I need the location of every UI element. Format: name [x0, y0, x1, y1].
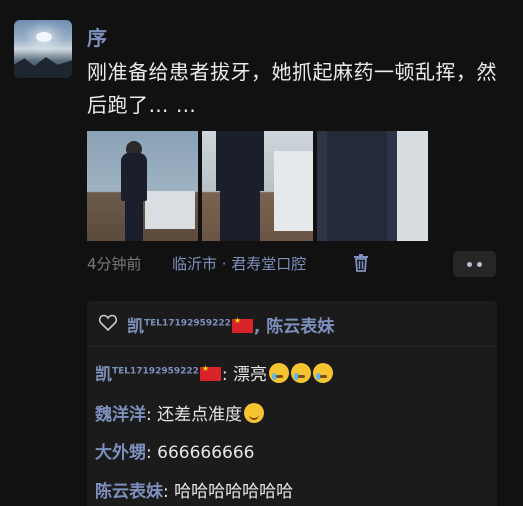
comment-text: 666666666 [157, 443, 255, 463]
comment-text: 漂亮 [233, 365, 268, 385]
post-location[interactable]: 临沂市 · 君寿堂口腔 [172, 253, 306, 274]
like-user-tel: TEL17192959222 [144, 318, 231, 329]
comment-separator: : [221, 365, 234, 385]
post-photo-2[interactable] [202, 131, 313, 241]
comment-item[interactable]: 凯TEL17192959222: 漂亮 [95, 360, 334, 385]
avatar-mountains [14, 57, 72, 78]
dot-icon [467, 261, 472, 267]
laughing-crying-emoji-icon [291, 363, 312, 383]
likes-row: 凯TEL17192959222, 陈云表妹 [87, 301, 497, 345]
post-author[interactable]: 序 [87, 22, 107, 51]
comment-author[interactable]: 大外甥 [95, 443, 146, 463]
trash-icon[interactable] [353, 254, 369, 272]
divider [87, 346, 497, 347]
avatar[interactable] [14, 20, 72, 78]
comment-box: 凯TEL17192959222, 陈云表妹 凯TEL17192959222: 漂… [87, 301, 497, 506]
comment-separator: : [146, 405, 158, 425]
like-user[interactable]: 凯 [127, 317, 144, 337]
comment-item[interactable]: 魏洋洋: 还差点准度 [95, 400, 265, 425]
like-user[interactable]: 陈云表妹 [266, 317, 334, 337]
like-separator: , [253, 317, 267, 337]
comment-author[interactable]: 凯 [95, 365, 112, 385]
more-options-button[interactable] [453, 251, 496, 277]
post-text: 刚准备给患者拔牙，她抓起麻药一顿乱挥，然后跑了… … [87, 60, 497, 117]
comment-separator: : [163, 482, 175, 502]
post-photo-1[interactable] [87, 131, 198, 241]
comment-item[interactable]: 大外甥: 666666666 [95, 438, 254, 463]
dot-icon [477, 261, 482, 267]
comment-separator: : [146, 443, 158, 463]
smirk-emoji-icon [244, 403, 265, 423]
heart-icon [99, 314, 117, 331]
comment-text: 哈哈哈哈哈哈哈 [174, 482, 294, 502]
comment-author-tel: TEL17192959222 [112, 366, 199, 377]
comment-text: 还差点准度 [157, 405, 243, 425]
comment-author[interactable]: 陈云表妹 [95, 482, 163, 502]
likes-list: 凯TEL17192959222, 陈云表妹 [127, 312, 334, 337]
avatar-sun [36, 32, 52, 42]
comment-author[interactable]: 魏洋洋 [95, 405, 146, 425]
laughing-crying-emoji-icon [269, 363, 290, 383]
laughing-crying-emoji-icon [313, 363, 334, 383]
china-flag-icon [199, 364, 221, 381]
comment-item[interactable]: 陈云表妹: 哈哈哈哈哈哈哈 [95, 477, 293, 502]
china-flag-icon [231, 316, 253, 333]
post-photo-3[interactable] [317, 131, 428, 241]
post-time: 4分钟前 [87, 255, 142, 273]
